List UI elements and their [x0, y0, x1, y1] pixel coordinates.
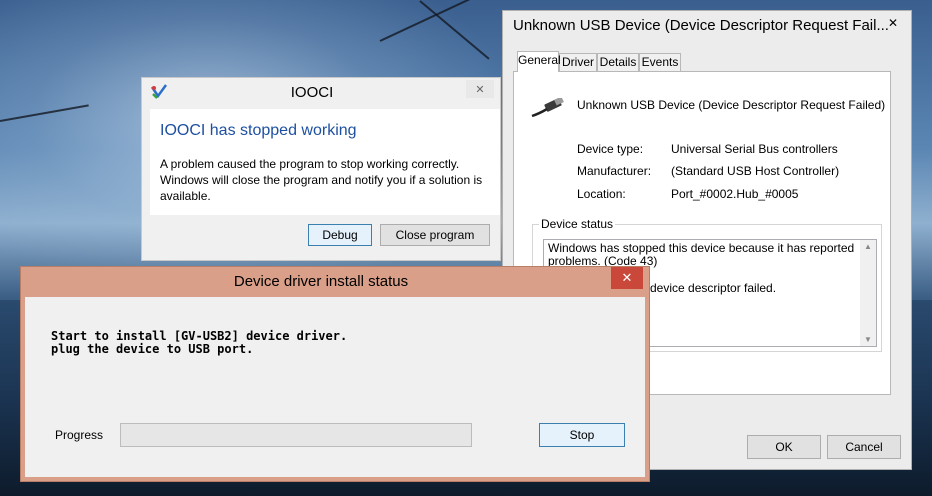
scroll-up-icon[interactable]: ▲	[864, 242, 872, 251]
install-message-line2: plug the device to USB port.	[51, 342, 254, 356]
tab-general[interactable]: General	[517, 51, 561, 72]
device-status-text: Windows has stopped this device because …	[548, 241, 855, 268]
driver-install-body: Start to install [GV-USB2] device driver…	[25, 297, 645, 477]
location-label: Location:	[577, 187, 626, 201]
device-type-label: Device type:	[577, 142, 644, 156]
manufacturer-label: Manufacturer:	[577, 164, 652, 178]
device-type-value: Universal Serial Bus controllers	[671, 142, 838, 156]
device-status-label: Device status	[539, 217, 616, 231]
usb-titlebar[interactable]: Unknown USB Device (Device Descriptor Re…	[503, 11, 911, 41]
iooci-window-title: IOOCI	[290, 84, 334, 101]
close-icon[interactable]: ✕	[881, 13, 905, 33]
install-progress-bar	[120, 423, 472, 447]
usb-window-title: Unknown USB Device (Device Descriptor Re…	[513, 17, 889, 34]
location-value: Port_#0002.Hub_#0005	[671, 187, 799, 201]
close-program-button[interactable]: Close program	[380, 224, 490, 246]
cancel-button[interactable]: Cancel	[827, 435, 901, 459]
install-message-line1: Start to install [GV-USB2] device driver…	[51, 329, 348, 343]
crash-message: A problem caused the program to stop wor…	[160, 157, 483, 203]
status-scrollbar[interactable]: ▲ ▼	[860, 240, 876, 346]
usb-plug-icon	[531, 98, 564, 118]
tab-driver[interactable]: Driver	[559, 53, 597, 71]
stop-button[interactable]: Stop	[539, 423, 625, 447]
device-name: Unknown USB Device (Device Descriptor Re…	[577, 98, 886, 112]
crash-heading: IOOCI has stopped working	[160, 122, 357, 139]
iooci-message-area: IOOCI has stopped working A problem caus…	[150, 109, 500, 215]
iooci-titlebar[interactable]: IOOCI ✕	[142, 78, 500, 108]
scroll-down-icon[interactable]: ▼	[864, 335, 872, 344]
driver-titlebar[interactable]: Device driver install status ✕	[21, 267, 649, 297]
tab-events[interactable]: Events	[639, 53, 681, 71]
manufacturer-value: (Standard USB Host Controller)	[671, 164, 840, 178]
tab-details[interactable]: Details	[597, 53, 639, 71]
debug-button[interactable]: Debug	[308, 224, 372, 246]
close-icon[interactable]: ✕	[466, 80, 494, 98]
close-icon[interactable]: ✕	[611, 267, 643, 289]
iooci-crash-dialog: IOOCI ✕ IOOCI has stopped working A prob…	[141, 77, 501, 261]
device-status-text-tail: device descriptor failed.	[650, 281, 777, 295]
progress-label: Progress	[55, 428, 104, 442]
driver-install-status-window: Device driver install status ✕ Start to …	[20, 266, 650, 482]
ok-button[interactable]: OK	[747, 435, 821, 459]
driver-window-title: Device driver install status	[233, 273, 409, 290]
